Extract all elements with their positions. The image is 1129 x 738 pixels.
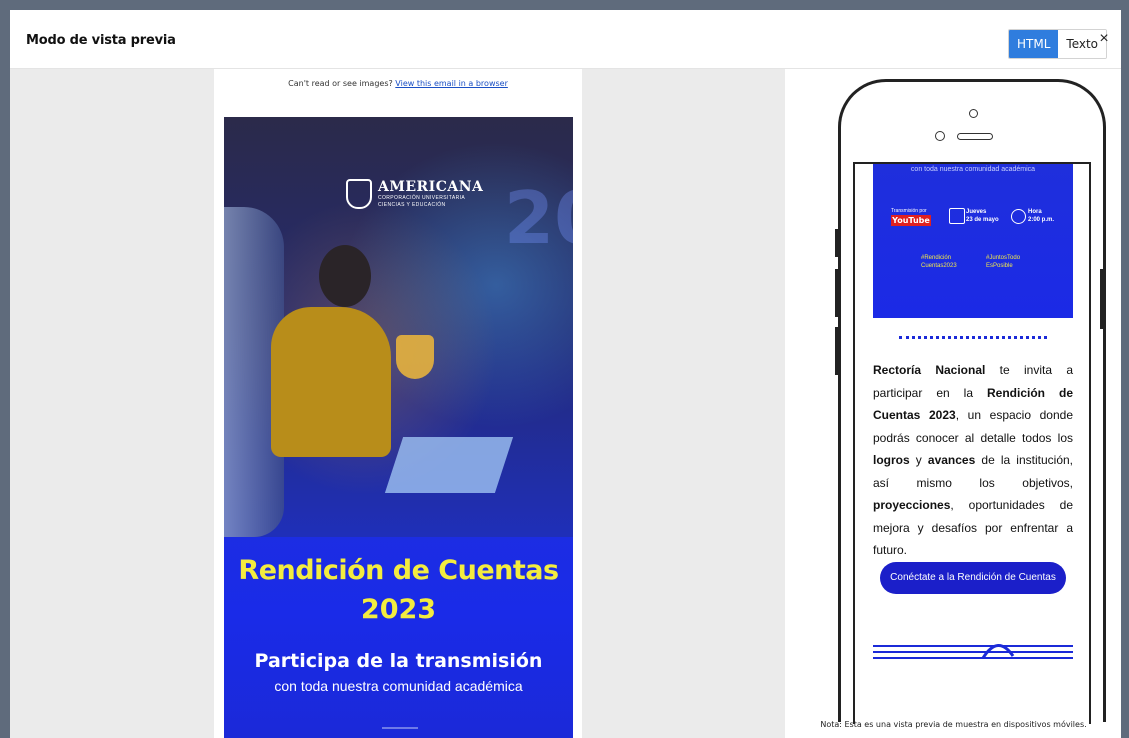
calendar-icon bbox=[949, 208, 965, 224]
body-bold-9: proyecciones bbox=[873, 498, 951, 512]
preview-modal: Modo de vista previa HTML Texto × Can't … bbox=[10, 10, 1121, 738]
clock-icon bbox=[1011, 209, 1026, 224]
youtube-label: Transmisión por bbox=[891, 208, 927, 214]
view-in-browser-link[interactable]: View this email in a browser bbox=[395, 79, 508, 88]
cant-read-text: Can't read or see images? bbox=[288, 79, 393, 88]
view-mode-toggle: HTML Texto bbox=[1008, 29, 1108, 59]
phone-screen[interactable]: con toda nuestra comunidad académica Tra… bbox=[853, 162, 1091, 724]
event-day: Jueves bbox=[966, 209, 987, 215]
camera-icon bbox=[935, 131, 945, 141]
connect-cta-button[interactable]: Conéctate a la Rendición de Cuentas bbox=[880, 562, 1066, 594]
mobile-banner-caption: con toda nuestra comunidad académica bbox=[910, 166, 1036, 173]
phone-power-button bbox=[1100, 269, 1103, 329]
laptop-figure bbox=[384, 437, 514, 493]
phone-frame: con toda nuestra comunidad académica Tra… bbox=[838, 79, 1106, 724]
hashtag-2-line2: EsPosible bbox=[986, 263, 1013, 269]
event-date: Jueves 23 de mayo bbox=[966, 208, 1006, 224]
banner-subline: con toda nuestra comunidad académica bbox=[274, 678, 523, 694]
banner-title-line1: Rendición de Cuentas bbox=[238, 555, 559, 586]
logo-subtitle-2: CIENCIAS Y EDUCACIÓN bbox=[378, 201, 446, 208]
cant-read-notice: Can't read or see images? View this emai… bbox=[214, 79, 582, 88]
hashtag-juntos: #JuntosTodo EsPosible bbox=[986, 254, 1036, 270]
mobile-banner: con toda nuestra comunidad académica Tra… bbox=[873, 164, 1073, 318]
logo-name: AMERICANA bbox=[378, 178, 484, 195]
shield-logo-icon bbox=[346, 179, 372, 209]
person-figure bbox=[271, 307, 391, 457]
hashtag-1-line1: #Rendición bbox=[921, 255, 952, 261]
email-sheet: Can't read or see images? View this emai… bbox=[214, 69, 582, 738]
hashtag-1-line2: Cuentas2023 bbox=[921, 263, 957, 269]
event-date-value: 23 de mayo bbox=[966, 217, 999, 223]
phone-volume-down bbox=[835, 327, 838, 375]
event-time-label: Hora bbox=[1028, 209, 1042, 215]
hashtag-rendicion: #Rendición Cuentas2023 bbox=[921, 254, 971, 270]
banner-separator bbox=[382, 727, 418, 729]
close-icon[interactable]: × bbox=[1094, 28, 1114, 50]
americana-logo: AMERICANA CORPORACIÓN UNIVERSITARIA CIEN… bbox=[346, 179, 483, 209]
event-time: Hora 2:00 p.m. bbox=[1028, 208, 1068, 224]
modal-title: Modo de vista previa bbox=[26, 33, 176, 48]
speaker-grille-icon bbox=[957, 133, 993, 140]
desktop-preview-pane[interactable]: Can't read or see images? View this emai… bbox=[10, 69, 785, 738]
dotted-divider bbox=[899, 336, 1047, 339]
front-sensor-icon bbox=[969, 109, 978, 118]
body-bold-7: avances bbox=[927, 453, 976, 467]
event-time-value: 2:00 p.m. bbox=[1028, 217, 1055, 223]
html-view-button[interactable]: HTML bbox=[1009, 30, 1059, 58]
modal-header: Modo de vista previa HTML Texto × bbox=[10, 10, 1121, 69]
banner-title-line2: 2023 bbox=[360, 594, 437, 625]
mobile-preview-pane: con toda nuestra comunidad académica Tra… bbox=[786, 69, 1121, 738]
person-head bbox=[319, 245, 371, 307]
hashtag-2-line1: #JuntosTodo bbox=[986, 255, 1021, 261]
phone-mute-switch bbox=[835, 229, 838, 257]
logo-subtitle: CORPORACIÓN UNIVERSITARIA bbox=[378, 194, 466, 201]
banner-subtitle: Participa de la transmisión bbox=[254, 650, 543, 672]
phone-volume-up bbox=[835, 269, 838, 317]
invitation-text: Rectoría Nacional te invita a participar… bbox=[873, 359, 1073, 562]
mobile-preview-note: Nota: Esta es una vista previa de muestr… bbox=[820, 720, 1087, 729]
email-banner-image: 2023 AMERICANA CORPORACIÓN UNIVERSITARIA… bbox=[224, 117, 573, 738]
vertical-year-text: 2023 bbox=[504, 176, 573, 260]
body-bold-1: Rectoría Nacional bbox=[873, 363, 986, 377]
hologram-shield-icon bbox=[396, 335, 434, 379]
wave-decoration-icon bbox=[873, 644, 1073, 659]
body-bold-5: logros bbox=[873, 453, 910, 467]
body-text-6: y bbox=[909, 453, 928, 467]
youtube-logo: YouTube bbox=[891, 215, 931, 226]
